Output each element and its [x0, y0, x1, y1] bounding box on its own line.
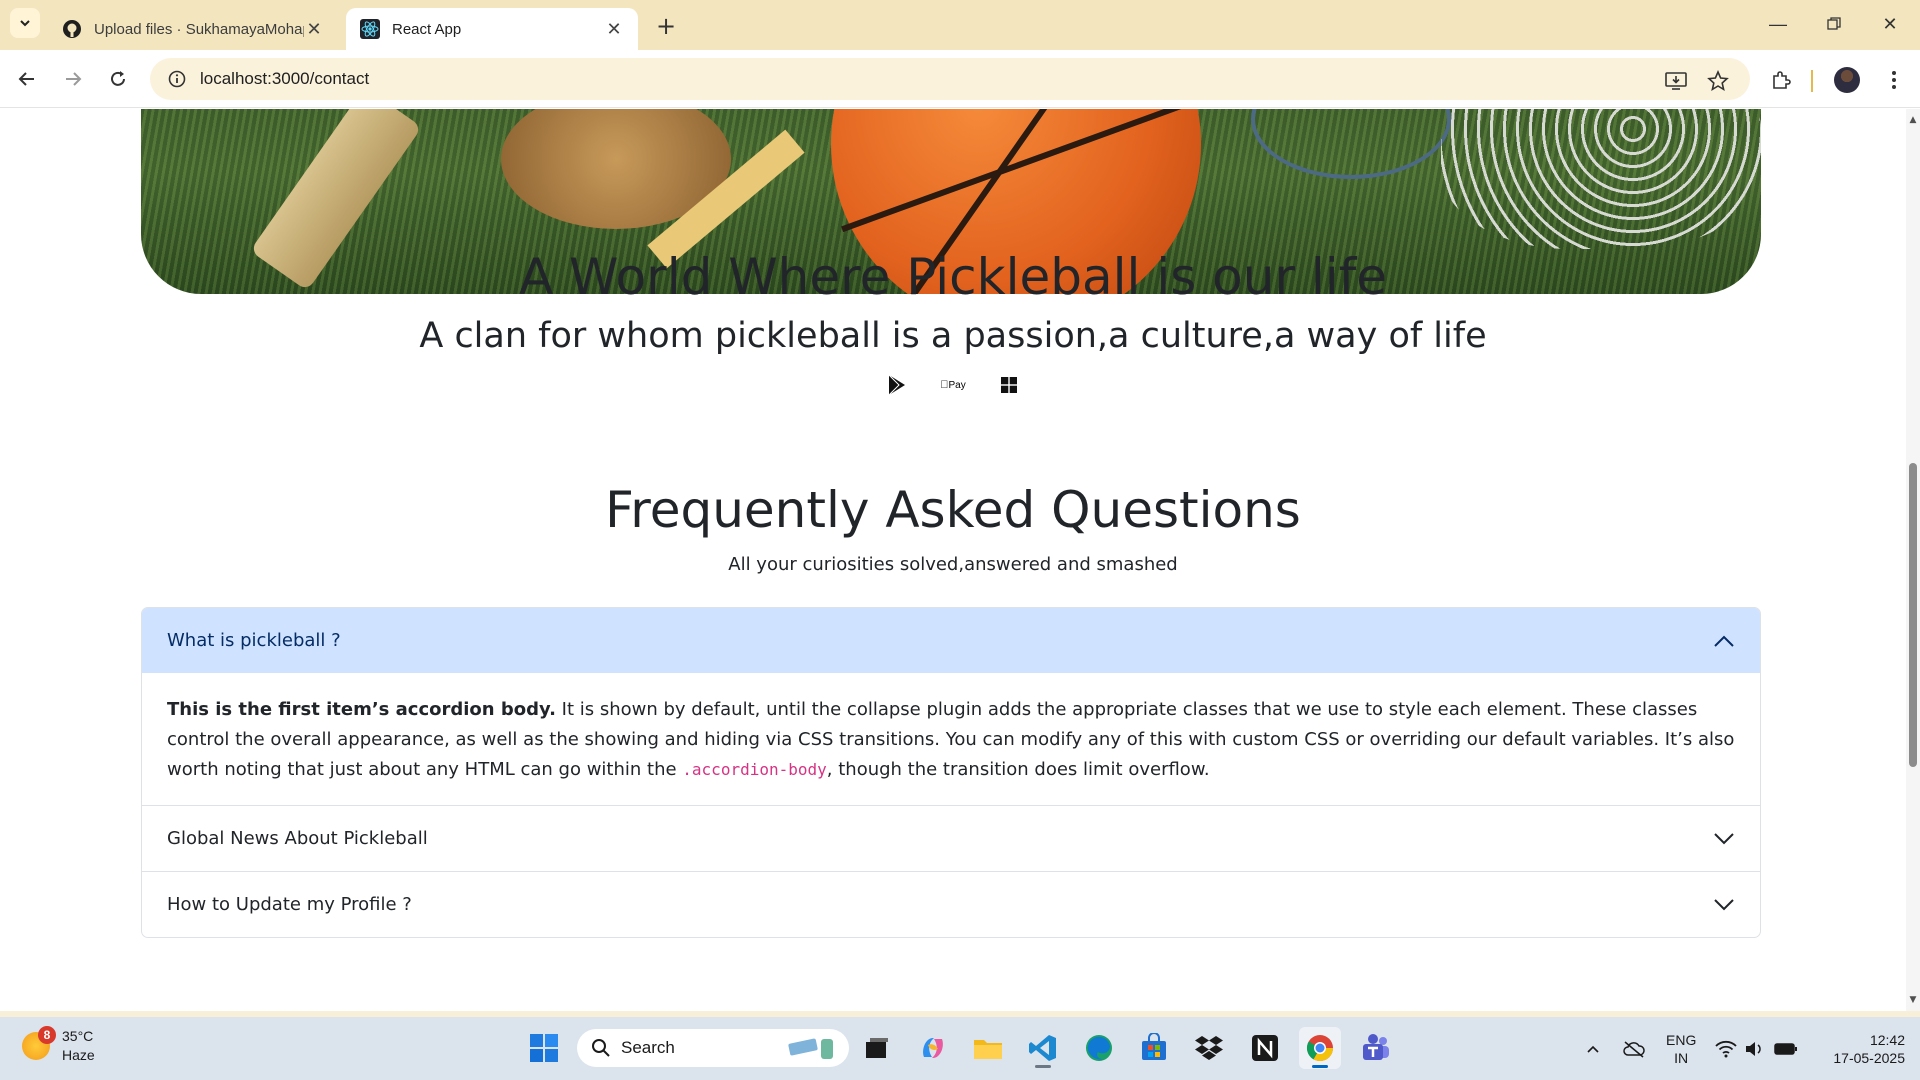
teams-icon[interactable]	[1354, 1027, 1396, 1069]
chevron-down-icon	[1714, 898, 1734, 910]
arrow-right-icon	[66, 72, 82, 86]
apple-pay-icon[interactable]: Pay	[936, 374, 970, 396]
chevron-down-icon	[1714, 832, 1734, 844]
accordion-item-global-news[interactable]: Global News About Pickleball	[142, 805, 1760, 871]
forward-button[interactable]	[56, 62, 90, 96]
chrome-icon[interactable]	[1299, 1027, 1341, 1069]
install-app-icon[interactable]	[1663, 68, 1689, 94]
file-explorer-icon[interactable]	[967, 1027, 1009, 1069]
copilot-icon[interactable]	[912, 1027, 954, 1069]
page-headline: A World Where Pickleball is our life	[518, 248, 1388, 306]
accordion-question: How to Update my Profile ?	[167, 894, 412, 915]
avatar	[1834, 67, 1860, 93]
close-tab-icon[interactable]: ✕	[604, 19, 624, 39]
volume-icon[interactable]	[1742, 1017, 1766, 1080]
faq-title: Frequently Asked Questions	[605, 481, 1301, 539]
tab-react-app[interactable]: React App ✕	[346, 8, 638, 50]
weather-sun-icon: 8	[22, 1026, 56, 1060]
accordion-body-text-end: , though the transition does limit overf…	[826, 759, 1210, 780]
language-indicator[interactable]: ENG IN	[1666, 1031, 1696, 1067]
close-tab-icon[interactable]: ✕	[304, 19, 324, 39]
battery-icon[interactable]	[1772, 1017, 1800, 1080]
page-viewport: A World Where Pickleball is our life A c…	[0, 109, 1906, 1011]
accordion-item-update-profile[interactable]: How to Update my Profile ?	[142, 871, 1760, 937]
apple-icon: 	[940, 379, 948, 391]
clock-time: 12:42	[1869, 1032, 1905, 1048]
show-hidden-icons-icon[interactable]	[1582, 1017, 1604, 1080]
weather-badge: 8	[38, 1026, 56, 1044]
onedrive-offline-icon[interactable]	[1620, 1017, 1648, 1080]
region-code: IN	[1674, 1050, 1689, 1066]
address-url: localhost:3000/contact	[200, 69, 370, 88]
clock-date: 17-05-2025	[1833, 1050, 1905, 1066]
app-running-indicator	[1035, 1065, 1051, 1068]
windows-start-icon	[530, 1034, 558, 1062]
new-tab-button[interactable]: +	[652, 12, 680, 40]
accordion-body-bold: This is the first item’s accordion body.	[167, 699, 556, 720]
language-code: ENG	[1666, 1032, 1697, 1048]
edge-icon[interactable]	[1078, 1027, 1120, 1069]
accordion-body: This is the first item’s accordion body.…	[142, 673, 1760, 805]
windows-taskbar: 8 35°C Haze Search ENG IN 12:42 17-05-20…	[0, 1017, 1920, 1080]
address-bar[interactable]: localhost:3000/contact	[150, 58, 1750, 100]
vscode-icon[interactable]	[1022, 1027, 1064, 1069]
react-icon	[360, 19, 380, 39]
tab-title: Upload files · SukhamayaMohap	[94, 20, 304, 38]
accordion-item-what-is-pickleball[interactable]: What is pickleball ?	[142, 608, 1760, 673]
back-button[interactable]	[10, 62, 44, 96]
close-window-icon[interactable]: ✕	[1870, 10, 1910, 38]
faq-subtitle: All your curiosities solved,answered and…	[728, 554, 1178, 575]
chrome-menu-icon[interactable]	[1878, 64, 1910, 96]
start-button[interactable]	[523, 1027, 565, 1069]
taskbar-search-label: Search	[621, 1038, 675, 1057]
weather-temp: 35°C	[62, 1028, 94, 1044]
accordion-question: Global News About Pickleball	[167, 828, 428, 849]
browser-tab-strip: Upload files · SukhamayaMohap ✕ React Ap…	[0, 0, 1920, 50]
search-icon	[592, 1039, 610, 1057]
weather-desc: Haze	[62, 1047, 95, 1063]
accordion-body-code: .accordion-body	[682, 760, 827, 779]
extensions-icon[interactable]	[1765, 64, 1797, 96]
chevron-up-icon	[1714, 635, 1734, 647]
scroll-down-icon[interactable]: ▼	[1908, 995, 1918, 1005]
weather-widget[interactable]: 8 35°C Haze	[22, 1026, 95, 1065]
toolbar-divider	[1811, 70, 1813, 92]
page-subheadline: A clan for whom pickleball is a passion,…	[419, 316, 1487, 356]
page-scrollbar[interactable]: ▲ ▼	[1906, 109, 1920, 1011]
microsoft-store-icon[interactable]	[1133, 1027, 1175, 1069]
dropbox-icon[interactable]	[1188, 1027, 1230, 1069]
reload-icon	[111, 71, 125, 86]
tab-search-button[interactable]	[10, 8, 40, 38]
scroll-up-icon[interactable]: ▲	[1908, 115, 1918, 125]
tab-upload-files[interactable]: Upload files · SukhamayaMohap ✕	[48, 8, 338, 50]
site-info-icon[interactable]	[168, 70, 186, 88]
wifi-icon[interactable]	[1712, 1017, 1740, 1080]
tab-title: React App	[392, 20, 462, 38]
github-icon	[62, 19, 82, 39]
task-view-icon[interactable]	[856, 1027, 898, 1069]
profile-avatar[interactable]	[1831, 64, 1863, 96]
faq-accordion: What is pickleball ? This is the first i…	[141, 607, 1761, 938]
app-active-indicator	[1312, 1065, 1328, 1068]
browser-toolbar: localhost:3000/contact	[0, 50, 1920, 108]
apple-pay-text: Pay	[944, 379, 966, 391]
minimize-icon[interactable]: —	[1758, 10, 1798, 38]
accordion-question: What is pickleball ?	[167, 630, 341, 651]
reload-button[interactable]	[101, 62, 135, 96]
bookmark-star-icon[interactable]	[1705, 68, 1731, 94]
chevron-down-icon	[20, 20, 30, 27]
arrow-left-icon	[18, 72, 34, 86]
notion-icon[interactable]	[1244, 1027, 1286, 1069]
search-highlight-icon	[788, 1038, 833, 1059]
restore-icon[interactable]	[1814, 10, 1854, 38]
google-play-icon[interactable]	[886, 374, 908, 396]
scrollbar-thumb[interactable]	[1909, 463, 1917, 767]
system-clock[interactable]: 12:42 17-05-2025	[1815, 1031, 1905, 1067]
taskbar-search[interactable]: Search	[577, 1029, 849, 1067]
store-badges: Pay	[0, 374, 1906, 396]
windows-icon[interactable]	[998, 374, 1020, 396]
